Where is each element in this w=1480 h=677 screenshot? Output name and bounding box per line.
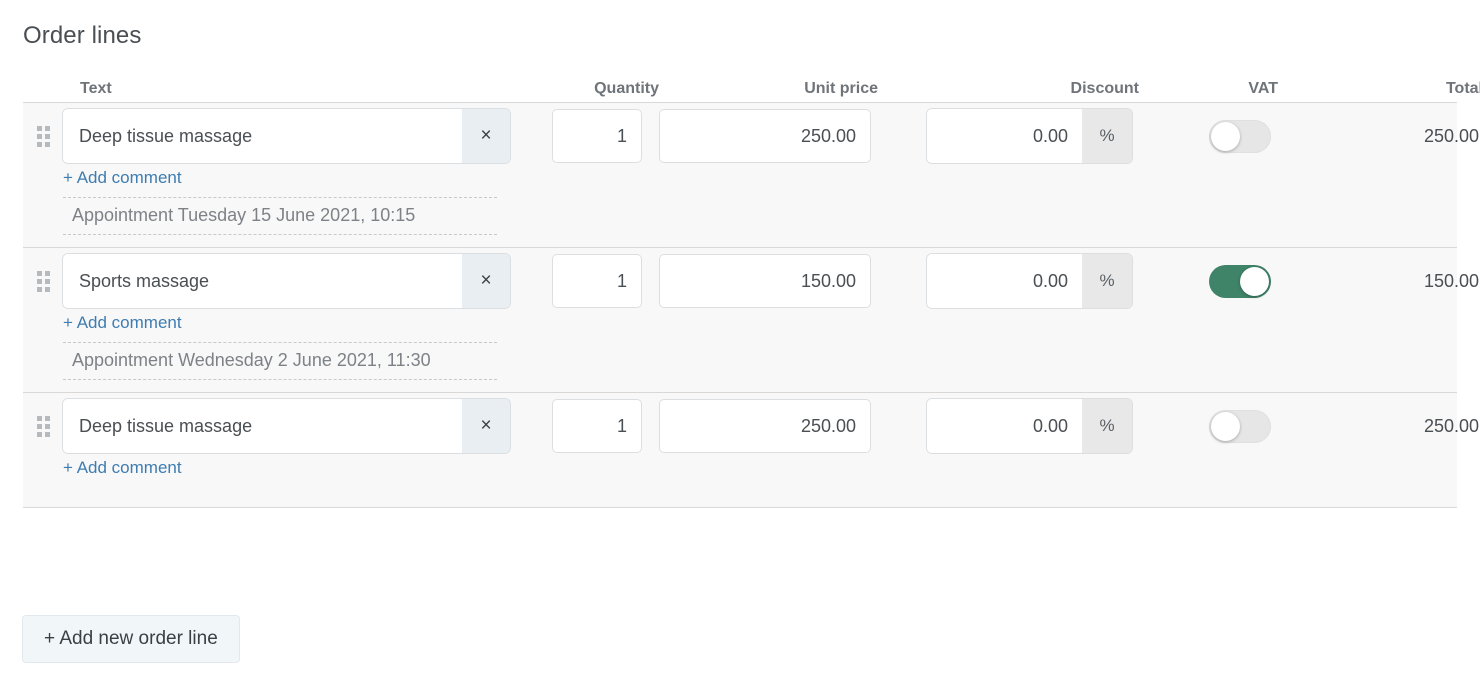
- order-lines-table: Text Quantity Unit price Discount VAT To…: [23, 68, 1480, 508]
- unit-price-input[interactable]: [659, 109, 871, 163]
- quantity-input[interactable]: [552, 109, 642, 163]
- text-input-group: ×: [63, 399, 510, 453]
- discount-cell: %: [883, 109, 1144, 163]
- unit-price-input[interactable]: [659, 254, 871, 308]
- quantity-input[interactable]: [552, 254, 642, 308]
- column-header-unit-price: Unit price: [804, 80, 878, 97]
- drag-handle-icon[interactable]: [23, 270, 63, 292]
- order-line-comment-area: + Add comment Appointment Tuesday 15 June…: [23, 167, 1457, 247]
- order-line-comment-area: + Add comment Appointment Wednesday 2 Jun…: [23, 312, 1457, 392]
- text-input-group: ×: [63, 109, 510, 163]
- order-line-comment-area: + Add comment: [23, 457, 1457, 507]
- quantity-cell: [526, 254, 659, 308]
- discount-input[interactable]: [927, 399, 1082, 453]
- order-line-text-input[interactable]: [63, 399, 462, 453]
- text-cell: ×: [63, 109, 526, 163]
- text-cell: ×: [63, 254, 526, 308]
- drag-grid: [36, 125, 50, 147]
- discount-input-group: %: [927, 109, 1132, 163]
- vat-toggle-knob: [1211, 121, 1240, 151]
- column-header-text: Text: [80, 80, 112, 97]
- column-header-vat: VAT: [1248, 80, 1278, 97]
- text-input-group: ×: [63, 254, 510, 308]
- unit-price-input[interactable]: [659, 399, 871, 453]
- vat-toggle-knob: [1211, 411, 1240, 441]
- percent-suffix: %: [1082, 399, 1132, 453]
- discount-cell: %: [883, 254, 1144, 308]
- discount-input-group: %: [927, 254, 1132, 308]
- drag-handle-icon[interactable]: [23, 125, 63, 147]
- drag-grid: [36, 270, 50, 292]
- discount-input-group: %: [927, 399, 1132, 453]
- unit-price-cell: [659, 254, 883, 308]
- table-row: ×% 250.00 + Add commentAppointment Tuesday…: [23, 102, 1479, 247]
- quantity-cell: [526, 109, 659, 163]
- drag-grid: [36, 415, 50, 437]
- discount-cell: %: [883, 399, 1144, 453]
- total-cell: 250.00: [1298, 416, 1480, 437]
- clear-text-button[interactable]: ×: [462, 254, 510, 308]
- table-row: ×% 250.00 + Add comment: [23, 392, 1479, 508]
- order-lines-page: Order lines Text Quantity Unit price Dis…: [0, 0, 1480, 677]
- drag-handle-icon[interactable]: [23, 415, 63, 437]
- comment-text[interactable]: Appointment Tuesday 15 June 2021, 10:15: [63, 197, 497, 235]
- text-cell: ×: [63, 399, 526, 453]
- add-comment-link[interactable]: + Add comment: [63, 457, 182, 487]
- quantity-input[interactable]: [552, 399, 642, 453]
- order-line-text-input[interactable]: [63, 109, 462, 163]
- order-lines-rows: ×%250.00+ Add commentAppointment Tuesday…: [23, 102, 1479, 508]
- vat-cell: [1144, 264, 1298, 298]
- unit-price-cell: [659, 109, 883, 163]
- table-header-row: Text Quantity Unit price Discount VAT To…: [23, 68, 1480, 102]
- vat-toggle[interactable]: [1209, 119, 1271, 153]
- table-row: ×% 150.00 + Add commentAppointment Wednesd…: [23, 247, 1479, 392]
- clear-text-button[interactable]: ×: [462, 109, 510, 163]
- line-total-value: 250.00: [1423, 415, 1479, 436]
- unit-price-cell: [659, 399, 883, 453]
- comment-text[interactable]: Appointment Wednesday 2 June 2021, 11:30: [63, 342, 497, 380]
- add-new-order-line-button[interactable]: + Add new order line: [22, 615, 240, 663]
- order-line-fields: ×% 250.00: [23, 103, 1479, 167]
- total-cell: 150.00: [1298, 271, 1480, 292]
- order-line-text-input[interactable]: [63, 254, 462, 308]
- add-comment-link[interactable]: + Add comment: [63, 312, 182, 342]
- line-total-value: 150.00: [1423, 270, 1479, 291]
- discount-input[interactable]: [927, 254, 1082, 308]
- discount-input[interactable]: [927, 109, 1082, 163]
- page-title: Order lines: [23, 22, 142, 49]
- vat-toggle[interactable]: [1209, 264, 1271, 298]
- total-cell: 250.00: [1298, 126, 1480, 147]
- order-line-fields: ×% 250.00: [23, 393, 1479, 457]
- vat-cell: [1144, 119, 1298, 153]
- vat-cell: [1144, 409, 1298, 443]
- line-total-value: 250.00: [1423, 125, 1479, 146]
- column-header-quantity: Quantity: [594, 80, 659, 97]
- percent-suffix: %: [1082, 254, 1132, 308]
- vat-toggle[interactable]: [1209, 409, 1271, 443]
- order-line-fields: ×% 150.00: [23, 248, 1479, 312]
- column-header-total: Total: [1445, 80, 1480, 97]
- quantity-cell: [526, 399, 659, 453]
- percent-suffix: %: [1082, 109, 1132, 163]
- clear-text-button[interactable]: ×: [462, 399, 510, 453]
- add-comment-link[interactable]: + Add comment: [63, 167, 182, 197]
- column-header-discount: Discount: [1070, 80, 1139, 97]
- vat-toggle-knob: [1240, 266, 1269, 296]
